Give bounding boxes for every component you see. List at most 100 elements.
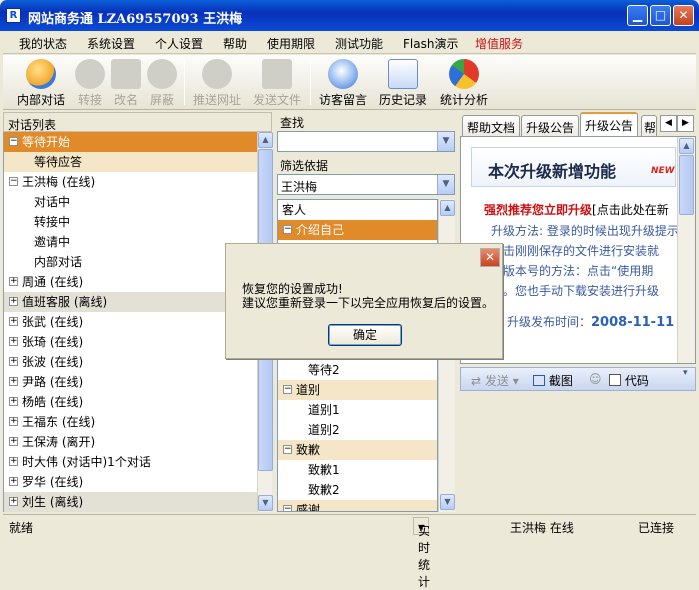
tree-group[interactable]: + 王福东 (在线) xyxy=(4,412,257,432)
tree-item[interactable]: 致歉2 xyxy=(278,480,437,500)
tree-group[interactable]: + 周通 (在线) xyxy=(4,272,257,292)
block-button[interactable]: 屏蔽 xyxy=(145,57,179,109)
tree-group[interactable]: − 介绍自己 xyxy=(278,220,437,240)
tree-group[interactable]: + 张波 (在线) xyxy=(4,352,257,372)
tree-group[interactable]: + 值班客服 (离线) xyxy=(4,292,257,312)
expand-icon[interactable]: + xyxy=(9,337,18,346)
toolbar-expand-icon[interactable]: ▾ xyxy=(683,368,688,378)
collapse-icon[interactable]: − xyxy=(9,137,18,146)
collapse-icon[interactable]: − xyxy=(283,385,292,394)
filter-combo[interactable]: 王洪梅 ▼ xyxy=(277,174,455,195)
tab-help-partial[interactable]: 帮 xyxy=(641,115,657,136)
transfer-button[interactable]: 转接 xyxy=(73,57,107,109)
rename-button[interactable]: 改名 xyxy=(109,57,143,109)
tree-group[interactable]: + 杨皓 (在线) xyxy=(4,392,257,412)
tree-group[interactable]: − 感谢 xyxy=(278,500,437,511)
history-button[interactable]: 历史记录 xyxy=(375,57,431,109)
expand-icon[interactable]: + xyxy=(9,277,18,286)
chevron-down-icon[interactable]: ▼ xyxy=(437,132,454,151)
tree-item[interactable]: 客人 xyxy=(278,200,437,220)
statistics-button[interactable]: 统计分析 xyxy=(435,57,493,109)
expand-icon[interactable]: + xyxy=(9,377,18,386)
tree-item[interactable]: 道别1 xyxy=(278,400,437,420)
expand-icon[interactable]: + xyxy=(9,357,18,366)
tree-item[interactable]: 等待应答 xyxy=(4,152,257,172)
tree-group[interactable]: + 时大伟 (对话中)1个对话 xyxy=(4,452,257,472)
tab-scroll-left-button[interactable]: ◀ xyxy=(660,115,677,132)
ok-button[interactable]: 确定 xyxy=(328,324,402,346)
code-button[interactable]: 代码 xyxy=(609,372,649,389)
menu-my-status[interactable]: 我的状态 xyxy=(19,35,67,52)
send-file-button[interactable]: 发送文件 xyxy=(249,57,305,109)
expand-icon[interactable]: + xyxy=(9,297,18,306)
recommend-link[interactable]: [点击此处在新 xyxy=(592,203,669,217)
menu-value-added[interactable]: 增值服务 xyxy=(475,35,523,52)
scroll-up-button[interactable]: ▲ xyxy=(679,138,694,154)
conversation-tree[interactable]: − 等待开始 等待应答 − 王洪梅 (在线) 对话中 转接中 邀请中 内部对话 + 周通 (在线) +… xyxy=(3,132,257,512)
close-button[interactable]: ✕ xyxy=(673,5,694,26)
tree-item[interactable]: 内部对话 xyxy=(4,252,257,272)
tab-upgrade-notice[interactable]: 升级公告 xyxy=(521,115,580,136)
tree-group[interactable]: + 张武 (在线) xyxy=(4,312,257,332)
scroll-thumb[interactable] xyxy=(679,155,694,215)
menu-personal-settings[interactable]: 个人设置 xyxy=(155,35,203,52)
menu-usage-period[interactable]: 使用期限 xyxy=(267,35,315,52)
tree-item[interactable]: 对话中 xyxy=(4,192,257,212)
push-url-button[interactable]: 推送网址 xyxy=(189,57,245,109)
tree-group[interactable]: − 等待开始 xyxy=(4,132,257,152)
tab-help-doc[interactable]: 帮助文档 xyxy=(462,115,521,136)
status-bar: 就绪 实时统计 ▾ 王洪梅 在线 已连接 xyxy=(3,514,696,589)
expand-icon[interactable]: + xyxy=(9,457,18,466)
find-combo[interactable]: ▼ xyxy=(277,131,455,152)
tab-scroll-right-button[interactable]: ▶ xyxy=(677,115,694,132)
menu-system-settings[interactable]: 系统设置 xyxy=(87,35,135,52)
code-icon xyxy=(609,374,621,386)
title-bar: R 网站商务通 LZA69557093 王洪梅 ▁ □ ✕ xyxy=(0,0,699,31)
realtime-stats-dropdown[interactable]: 实时统计 ▾ xyxy=(413,517,430,589)
tree-group[interactable]: + 罗华 (在线) xyxy=(4,472,257,492)
scroll-down-button[interactable]: ▼ xyxy=(258,495,273,511)
visitor-message-button[interactable]: 访客留言 xyxy=(315,57,371,109)
collapse-icon[interactable]: − xyxy=(283,505,292,511)
minimize-button[interactable]: ▁ xyxy=(627,5,648,26)
expand-icon[interactable]: + xyxy=(9,417,18,426)
dialog-close-button[interactable]: ✕ xyxy=(480,248,500,267)
tree-group[interactable]: + 王保涛 (离开) xyxy=(4,432,257,452)
expand-icon[interactable]: + xyxy=(9,497,18,506)
expand-icon[interactable]: + xyxy=(9,477,18,486)
chevron-down-icon[interactable]: ▼ xyxy=(437,175,454,194)
scroll-up-button[interactable]: ▲ xyxy=(258,132,273,148)
send-button[interactable]: ⇄ 发送 ▾ xyxy=(471,372,519,389)
maximize-button[interactable]: □ xyxy=(650,5,671,26)
tree-group[interactable]: + 张琦 (在线) xyxy=(4,332,257,352)
collapse-icon[interactable]: − xyxy=(283,445,292,454)
scroll-up-button[interactable]: ▲ xyxy=(440,200,455,216)
internal-chat-button[interactable]: 内部对话 xyxy=(13,57,69,109)
tree-item[interactable]: 致歉1 xyxy=(278,460,437,480)
expand-icon[interactable]: + xyxy=(9,397,18,406)
tree-item[interactable]: 等待2 xyxy=(278,360,437,380)
emoticon-icon[interactable]: ☺ xyxy=(589,372,602,386)
tree-group[interactable]: + 尹路 (在线) xyxy=(4,372,257,392)
conversation-list-header: 对话列表 xyxy=(3,112,272,132)
tree-item[interactable]: 道别2 xyxy=(278,420,437,440)
screenshot-button[interactable]: 截图 xyxy=(533,372,573,389)
doc-scrollbar[interactable]: ▲ xyxy=(677,137,695,363)
tree-group[interactable]: + 刘生 (离线) xyxy=(4,492,257,512)
scroll-down-button[interactable]: ▼ xyxy=(440,494,455,510)
collapse-icon[interactable]: − xyxy=(9,177,18,186)
tree-group[interactable]: − 致歉 xyxy=(278,440,437,460)
menu-flash-demo[interactable]: Flash演示 xyxy=(403,35,458,52)
menu-help[interactable]: 帮助 xyxy=(223,35,247,52)
expand-icon[interactable]: + xyxy=(9,317,18,326)
tree-group[interactable]: − 道别 xyxy=(278,380,437,400)
menu-test-features[interactable]: 测试功能 xyxy=(335,35,383,52)
expand-icon[interactable]: + xyxy=(9,437,18,446)
tree-item[interactable]: 转接中 xyxy=(4,212,257,232)
recommend-line[interactable]: 强烈推荐您立即升级[点击此处在新 xyxy=(484,201,669,218)
people-icon xyxy=(26,59,56,89)
collapse-icon[interactable]: − xyxy=(283,225,292,234)
tab-upgrade-notice-active[interactable]: 升级公告 xyxy=(580,112,639,137)
tree-item[interactable]: 邀请中 xyxy=(4,232,257,252)
tree-group[interactable]: − 王洪梅 (在线) xyxy=(4,172,257,192)
